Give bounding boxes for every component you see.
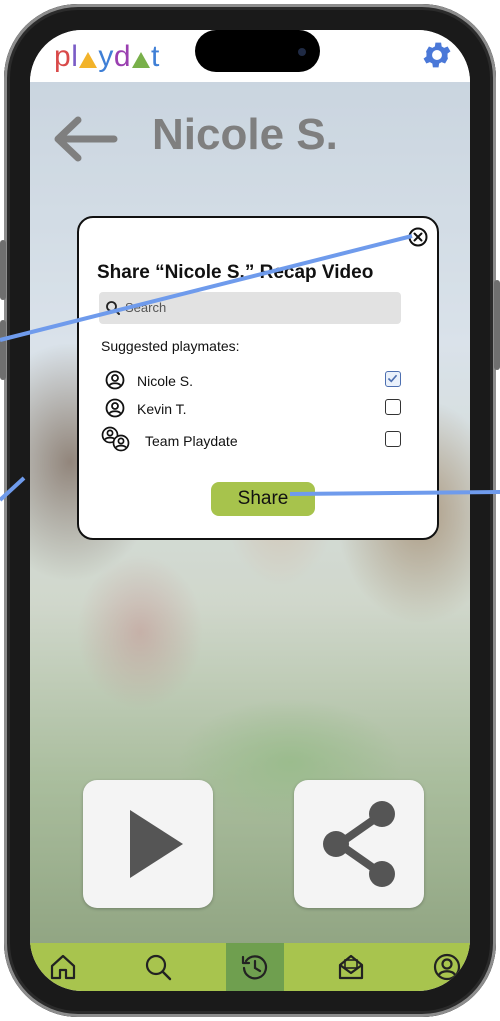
share-dialog: Share “Nicole S.” Recap Video Search Sug… xyxy=(77,216,439,540)
search-icon xyxy=(145,954,172,981)
back-arrow-icon[interactable] xyxy=(52,114,118,164)
phone-screen: pl yd t Nicole S. Share “Nicole S.” Reca… xyxy=(30,30,470,991)
playmate-row[interactable]: Kevin T. xyxy=(101,396,401,422)
logo-triangle-icon xyxy=(79,52,98,68)
search-input[interactable]: Search xyxy=(99,292,401,324)
logo-letter: d xyxy=(113,40,132,73)
logo-letter: y xyxy=(98,40,114,73)
profile-icon xyxy=(433,953,461,981)
play-icon xyxy=(130,810,183,878)
playmate-row[interactable]: Team Playdate xyxy=(101,426,401,454)
play-tile[interactable] xyxy=(83,780,213,908)
nav-inbox[interactable] xyxy=(322,943,380,991)
share-icon xyxy=(323,801,395,887)
phone-side-button xyxy=(494,280,500,370)
phone-side-button xyxy=(0,240,6,300)
suggested-label: Suggested playmates: xyxy=(101,338,240,354)
nav-history[interactable] xyxy=(226,943,284,991)
logo-letter: l xyxy=(71,40,79,73)
page-header: Nicole S. xyxy=(30,110,470,170)
share-tile[interactable] xyxy=(294,780,424,908)
phone-side-button xyxy=(0,320,6,380)
logo-letter: p xyxy=(54,40,72,73)
top-bar: pl yd t xyxy=(30,30,470,82)
share-button[interactable]: Share xyxy=(211,482,315,516)
app-logo: pl yd t xyxy=(54,40,160,74)
logo-triangle-icon xyxy=(132,52,151,68)
search-placeholder: Search xyxy=(125,300,167,315)
bottom-nav xyxy=(30,943,470,991)
playmate-checkbox[interactable] xyxy=(385,399,401,415)
logo-letter: t xyxy=(151,40,160,73)
nav-profile[interactable] xyxy=(418,943,470,991)
person-icon xyxy=(105,370,125,390)
gear-icon[interactable] xyxy=(420,38,454,72)
playmate-name: Team Playdate xyxy=(145,433,238,449)
person-icon xyxy=(105,398,125,418)
nav-home[interactable] xyxy=(34,943,92,991)
playmate-name: Kevin T. xyxy=(137,401,187,417)
playmate-name: Nicole S. xyxy=(137,373,194,389)
playmate-checkbox[interactable] xyxy=(385,431,401,447)
home-icon xyxy=(50,954,76,980)
page-title: Nicole S. xyxy=(152,110,338,159)
nav-search[interactable] xyxy=(129,943,187,991)
playmate-row[interactable]: Nicole S. xyxy=(101,368,401,394)
inbox-icon xyxy=(338,954,364,980)
close-icon[interactable] xyxy=(407,226,429,248)
group-icon xyxy=(101,426,130,452)
camera-lens xyxy=(298,48,306,56)
playmate-checkbox[interactable] xyxy=(385,371,401,387)
history-icon xyxy=(241,955,268,980)
dialog-title: Share “Nicole S.” Recap Video xyxy=(97,262,374,283)
checkmark-icon xyxy=(387,374,398,383)
search-icon xyxy=(106,301,120,315)
